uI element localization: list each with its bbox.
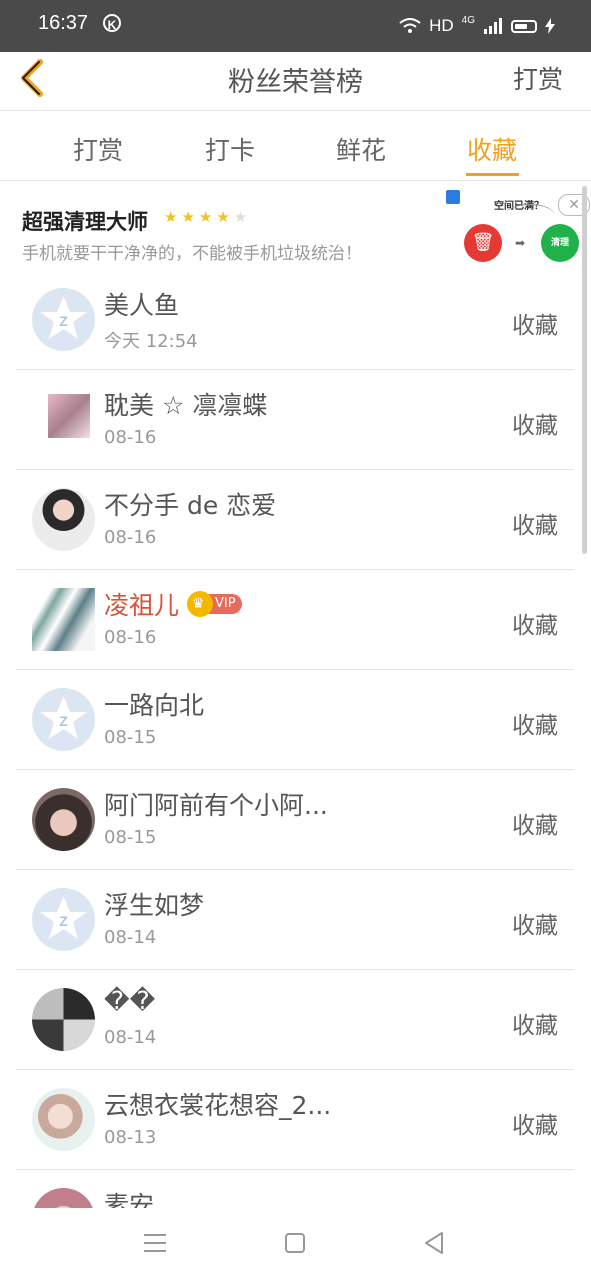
list-item[interactable]: Z 一路向北 08-15 收藏: [16, 670, 574, 770]
status-time: 16:37: [38, 12, 89, 34]
ad-title: 超强清理大师: [22, 210, 148, 234]
status-bar: 16:37 K HD 4G: [0, 0, 591, 52]
avatar: [32, 588, 95, 651]
top-navbar: 粉丝荣誉榜 打赏: [0, 52, 591, 111]
user-date: 08-16: [104, 627, 157, 648]
favorite-label: 收藏: [512, 513, 558, 539]
user-date: 08-13: [104, 1127, 157, 1148]
signal-icon: [484, 18, 502, 34]
favorite-label: 收藏: [512, 1113, 558, 1139]
user-name: 美人鱼: [104, 291, 180, 320]
page-title: 粉丝荣誉榜: [228, 67, 363, 98]
avatar: Z: [32, 888, 95, 951]
k-icon: K: [103, 14, 121, 32]
system-nav-bar: [0, 1208, 591, 1280]
svg-text:Z: Z: [59, 313, 68, 329]
ad-curve: [505, 204, 555, 227]
tab-flowers[interactable]: 鲜花: [336, 131, 386, 167]
avatar: [48, 394, 90, 438]
avatar: [32, 488, 95, 551]
ad-clean-button: 清理: [541, 224, 579, 262]
vip-label: VIP: [215, 596, 236, 611]
user-name: 不分手 de 恋爱: [104, 491, 277, 520]
reward-button[interactable]: 打赏: [513, 60, 563, 96]
list-item[interactable]: Z 美人鱼 今天 12:54 收藏: [16, 270, 574, 370]
user-name: 云想衣裳花想容_2...: [104, 1091, 332, 1120]
favorite-label: 收藏: [512, 813, 558, 839]
user-date: 08-16: [104, 527, 157, 548]
active-tab-indicator: [466, 173, 519, 176]
trash-icon: 🗑: [464, 224, 502, 262]
user-name: ��: [104, 986, 156, 1015]
favorite-label: 收藏: [512, 613, 558, 639]
avatar: [32, 988, 95, 1051]
user-date: 08-16: [104, 427, 157, 448]
menu-icon[interactable]: [140, 1228, 170, 1258]
tab-favorites[interactable]: 收藏: [467, 131, 517, 167]
ad-description: 手机就要干干净净的，不能被手机垃圾统治！: [22, 244, 362, 264]
user-name-text: 凌祖儿: [104, 591, 180, 620]
list-item[interactable]: 耽美 ☆ 凛凛蝶 08-16 收藏: [16, 370, 574, 470]
list-item[interactable]: 凌祖儿 VIP 08-16 收藏: [16, 570, 574, 670]
user-date: 08-15: [104, 727, 157, 748]
default-avatar-icon: Z: [40, 296, 87, 339]
crown-icon: [187, 591, 214, 617]
ad-rating: ★★★★★: [164, 208, 251, 226]
svg-text:Z: Z: [59, 913, 68, 929]
ad-stars-empty: ★: [233, 208, 252, 226]
list-item[interactable]: 阿门阿前有个小阿... 08-15 收藏: [16, 770, 574, 870]
tab-reward[interactable]: 打赏: [73, 131, 123, 167]
user-date: 08-14: [104, 927, 157, 948]
network-label: 4G: [461, 14, 475, 26]
user-name: 凌祖儿 VIP: [104, 586, 242, 622]
avatar: Z: [32, 288, 95, 351]
user-name: 耽美 ☆ 凛凛蝶: [104, 391, 268, 420]
hd-label: HD: [429, 16, 454, 35]
user-name: 阿门阿前有个小阿...: [104, 791, 328, 820]
charging-icon: [545, 18, 555, 34]
default-avatar-icon: Z: [40, 896, 87, 939]
ad-banner[interactable]: 超强清理大师 ★★★★★ 手机就要干干净净的，不能被手机垃圾统治！ 空间已满？ …: [0, 182, 591, 272]
avatar: [32, 788, 95, 851]
user-name: 一路向北: [104, 691, 205, 720]
avatar: Z: [32, 688, 95, 751]
user-name: 浮生如梦: [104, 891, 205, 920]
user-date: 08-15: [104, 827, 157, 848]
list-item[interactable]: �� 08-14 收藏: [16, 970, 574, 1070]
arrow-right-icon: ➡: [515, 236, 526, 250]
tab-checkin[interactable]: 打卡: [205, 131, 255, 167]
favorite-label: 收藏: [512, 713, 558, 739]
favorite-label: 收藏: [512, 913, 558, 939]
favorites-list: Z 美人鱼 今天 12:54 收藏 耽美 ☆ 凛凛蝶 08-16 收藏 不分手 …: [16, 270, 574, 1270]
avatar: [32, 1088, 95, 1151]
ad-stars-filled: ★★★★: [164, 208, 234, 226]
home-icon[interactable]: [280, 1228, 310, 1258]
favorite-label: 收藏: [512, 1013, 558, 1039]
default-avatar-icon: Z: [40, 696, 87, 739]
list-item[interactable]: 云想衣裳花想容_2... 08-13 收藏: [16, 1070, 574, 1170]
user-date: 08-14: [104, 1027, 157, 1048]
wifi-icon: [399, 18, 421, 33]
battery-icon: [511, 19, 537, 33]
scrollbar[interactable]: [582, 186, 587, 554]
svg-text:Z: Z: [59, 713, 68, 729]
list-item[interactable]: 不分手 de 恋爱 08-16 收藏: [16, 470, 574, 570]
favorite-label: 收藏: [512, 313, 558, 339]
favorite-label: 收藏: [512, 413, 558, 439]
list-item[interactable]: Z 浮生如梦 08-14 收藏: [16, 870, 574, 970]
vip-badge: VIP: [187, 591, 242, 617]
ad-badge-icon: [446, 190, 460, 204]
tab-bar: 打赏 打卡 鲜花 收藏: [0, 111, 591, 181]
back-icon[interactable]: [420, 1228, 450, 1258]
status-icons: HD 4G: [399, 14, 555, 38]
user-date: 今天 12:54: [104, 331, 198, 352]
